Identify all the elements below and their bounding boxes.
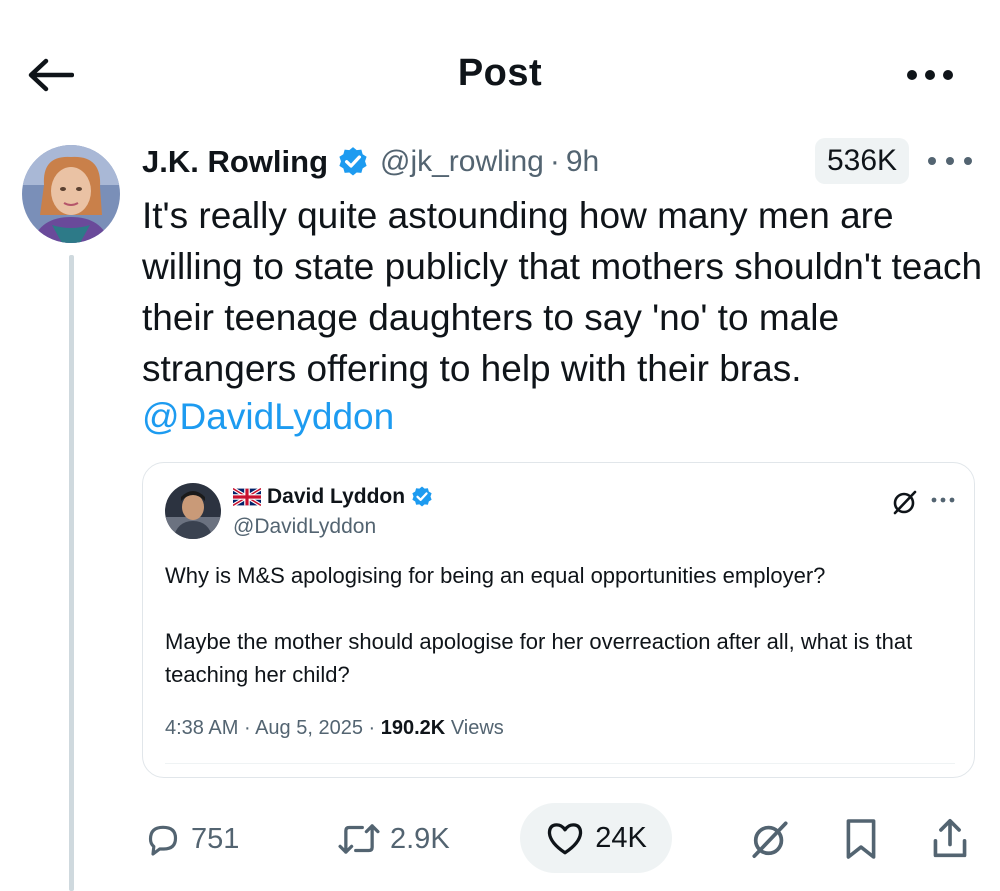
author-handle[interactable]: @jk_rowling [380, 145, 544, 179]
like-button[interactable]: 24K [520, 803, 672, 873]
separator-dot: · [549, 145, 560, 178]
repost-icon [338, 824, 380, 854]
quote-time[interactable]: 4:38 AM [165, 717, 238, 739]
bookmark-button[interactable] [843, 808, 879, 870]
quote-date[interactable]: Aug 5, 2025 [255, 717, 363, 739]
more-icon [931, 497, 955, 503]
post-text: It's really quite astounding how many me… [142, 195, 983, 389]
quote-meta: 4:38 AM · Aug 5, 2025 · 190.2K Views [165, 717, 504, 740]
quote-views-label: Views [450, 717, 504, 739]
divider [165, 763, 955, 764]
grok-button[interactable] [888, 485, 922, 519]
verified-badge-icon [339, 147, 367, 176]
quote-view-count: 190.2K [380, 717, 446, 739]
quote-text: Why is M&S apologising for being an equa… [165, 559, 955, 724]
quote-author-row: David Lyddon [233, 485, 434, 509]
quote-paragraph: Maybe the mother should apologise for he… [165, 629, 913, 687]
verified-badge-icon [412, 486, 432, 507]
page-title: Post [457, 52, 543, 94]
repost-button[interactable]: 2.9K [336, 808, 450, 870]
thread-line [69, 255, 74, 891]
quote-author-avatar[interactable] [165, 483, 221, 539]
reply-icon [148, 825, 178, 856]
post-more-button[interactable] [922, 142, 978, 180]
more-icon [928, 157, 972, 165]
views-badge[interactable]: 536K [815, 138, 910, 184]
uk-flag-icon [233, 488, 261, 506]
post-time[interactable]: 9h [566, 145, 599, 179]
quote-paragraph: Why is M&S apologising for being an equa… [165, 563, 826, 588]
grok-icon [752, 821, 788, 858]
share-button[interactable] [930, 808, 970, 870]
separator-dot: · [368, 717, 376, 739]
author-row: J.K. Rowling @jk_rowling · 9h [142, 138, 599, 186]
repost-count: 2.9K [390, 822, 450, 855]
separator-dot: · [243, 717, 251, 739]
author-avatar[interactable] [22, 145, 120, 243]
more-icon [907, 70, 953, 80]
header-more-button[interactable] [900, 55, 960, 95]
reply-button[interactable]: 751 [143, 808, 239, 870]
author-name[interactable]: J.K. Rowling [142, 144, 328, 180]
share-icon [933, 818, 967, 858]
grok-icon [893, 490, 917, 515]
quote-author-name[interactable]: David Lyddon [267, 485, 405, 509]
reply-count: 751 [191, 822, 240, 855]
like-icon [548, 823, 583, 855]
mention-link[interactable]: @DavidLyddon [142, 391, 394, 442]
quote-more-button[interactable] [923, 483, 963, 517]
like-count: 24K [595, 821, 647, 854]
quote-author-handle[interactable]: @DavidLyddon [233, 515, 376, 539]
grok-action-button[interactable] [750, 808, 790, 870]
bookmark-icon [846, 819, 876, 859]
quoted-post[interactable]: David Lyddon @DavidLyddon Why is M&S apo… [142, 462, 975, 778]
